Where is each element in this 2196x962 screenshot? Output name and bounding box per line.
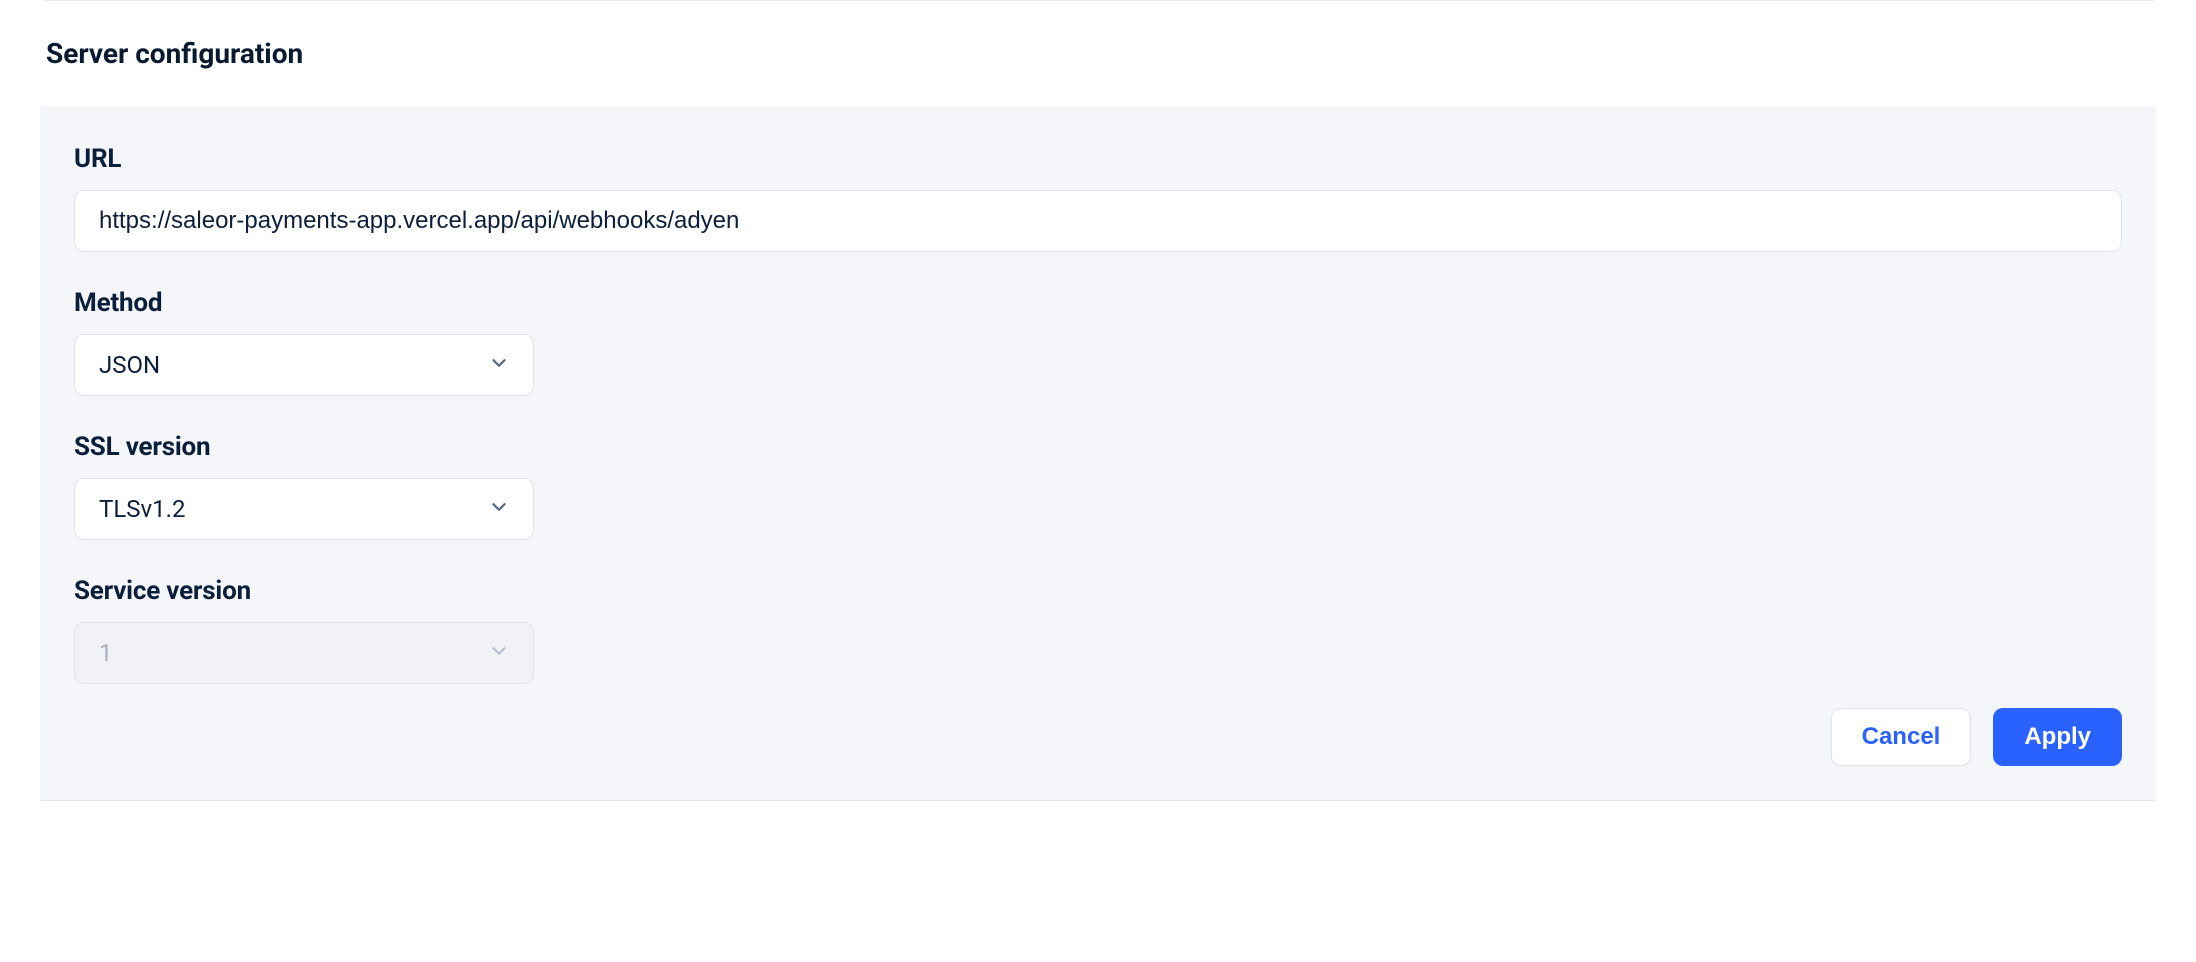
method-select-value: JSON [99,351,160,379]
service-version-select-value: 1 [99,639,113,667]
url-input[interactable] [74,190,2122,252]
section-title: Server configuration [0,1,2196,70]
service-version-row: Service version 1 [74,576,2122,684]
url-row: URL [74,144,2122,252]
service-version-label: Service version [74,576,2122,606]
cancel-button[interactable]: Cancel [1831,708,1972,766]
service-version-select: 1 [74,622,534,684]
apply-button[interactable]: Apply [1993,708,2122,766]
ssl-version-select[interactable]: TLSv1.2 [74,478,534,540]
method-label: Method [74,288,2122,318]
url-label: URL [74,144,2122,174]
form-actions: Cancel Apply [74,708,2122,766]
server-config-panel: URL Method JSON SSL version TLSv1.2 [40,106,2156,801]
method-select[interactable]: JSON [74,334,534,396]
ssl-version-row: SSL version TLSv1.2 [74,432,2122,540]
ssl-version-label: SSL version [74,432,2122,462]
method-row: Method JSON [74,288,2122,396]
ssl-version-select-value: TLSv1.2 [99,495,185,523]
